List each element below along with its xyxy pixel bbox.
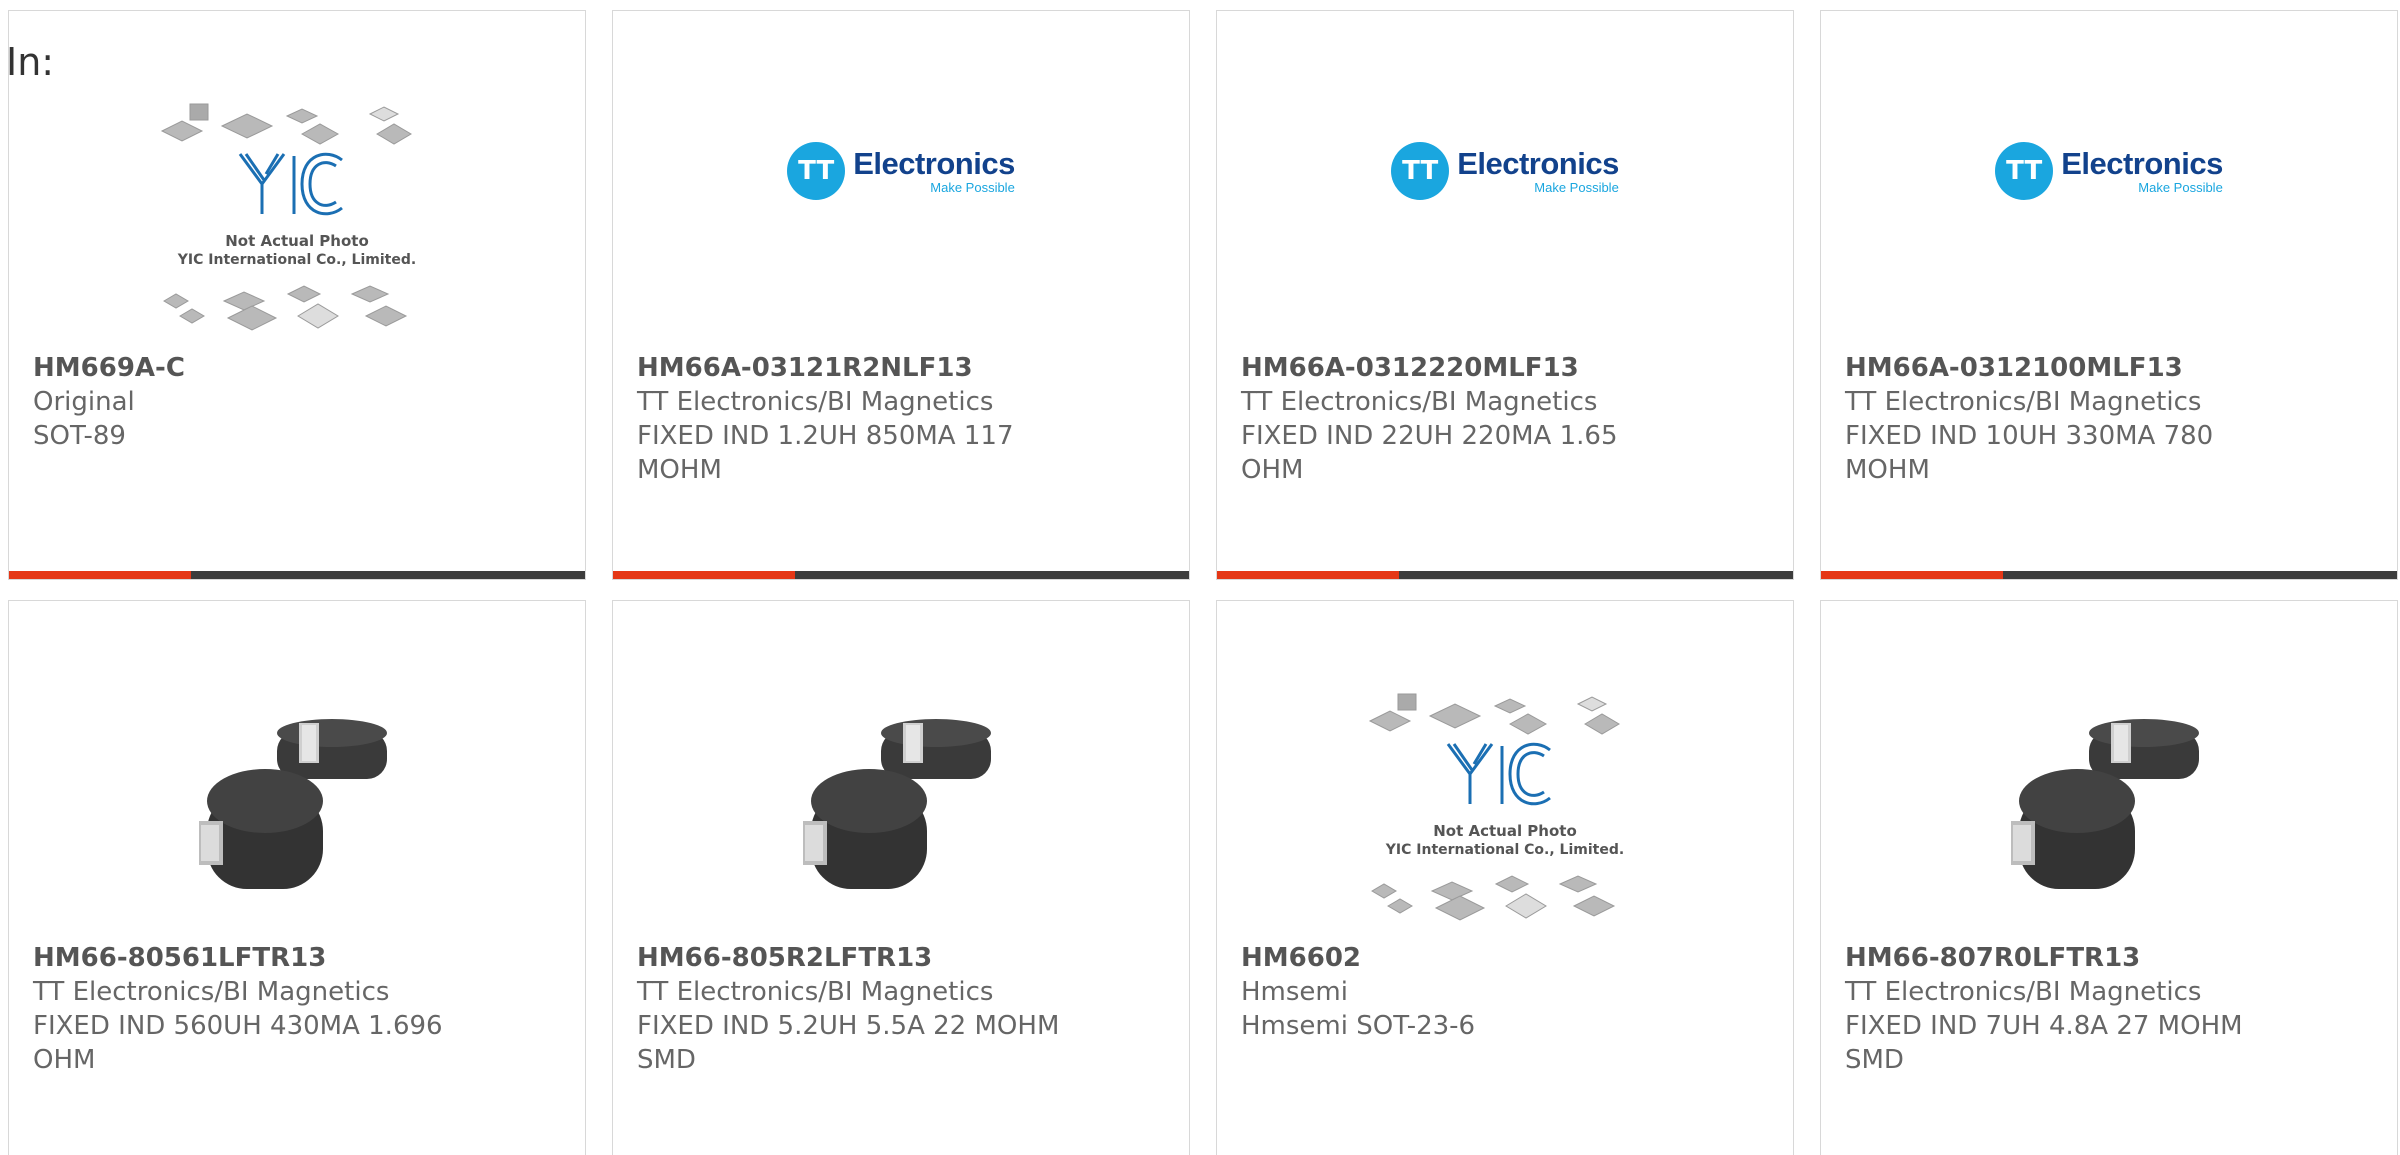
part-number-link[interactable]: HM66-80561LFTR13 xyxy=(33,941,463,975)
product-image[interactable]: TT Electronics Make Possible xyxy=(1821,86,2397,356)
part-number-link[interactable]: HM6602 xyxy=(1241,941,1671,975)
yic-placeholder-photo-icon: Not Actual Photo YIC International Co., … xyxy=(160,103,416,331)
card-accent-bar xyxy=(1217,571,1399,579)
inductor-photo-icon xyxy=(199,719,387,889)
product-grid: Not Actual Photo YIC International Co., … xyxy=(8,10,2400,1155)
tt-logo-mark-icon: TT xyxy=(1391,142,1450,200)
product-image[interactable]: Not Actual Photo YIC International Co., … xyxy=(1217,676,1793,946)
filter-label: In: xyxy=(6,40,55,84)
tt-logo-mark-icon: TT xyxy=(787,142,846,200)
logo-tagline: Make Possible xyxy=(1534,180,1619,195)
tt-electronics-logo: TT Electronics Make Possible xyxy=(1995,142,2223,200)
product-card[interactable]: TT Electronics Make Possible HM66A-03121… xyxy=(612,10,1190,580)
logo-text: Electronics xyxy=(1457,146,1619,181)
description: Hmsemi SOT-23-6 xyxy=(1241,1011,1476,1041)
product-grid-page: In: Not Actual Photo YIC International C… xyxy=(0,0,2400,1155)
description: FIXED IND 10UH 330MA 780 MOHM xyxy=(1845,421,2214,485)
part-number-link[interactable]: HM66A-0312100MLF13 xyxy=(1845,351,2275,385)
tt-electronics-logo: TT Electronics Make Possible xyxy=(787,142,1015,200)
part-number-link[interactable]: HM669A-C xyxy=(33,351,463,385)
card-bottom-bar xyxy=(613,571,1189,579)
description: FIXED IND 1.2UH 850MA 117 MOHM xyxy=(637,421,1014,485)
product-info: HM66-807R0LFTR13 TT Electronics/BI Magne… xyxy=(1845,941,2275,1077)
manufacturer: TT Electronics/BI Magnetics xyxy=(637,387,994,417)
card-bottom-bar xyxy=(9,571,585,579)
card-accent-bar xyxy=(1821,571,2003,579)
manufacturer: TT Electronics/BI Magnetics xyxy=(33,977,390,1007)
card-accent-bar xyxy=(9,571,191,579)
product-card[interactable]: Not Actual Photo YIC International Co., … xyxy=(8,10,586,580)
yic-placeholder-photo-icon: Not Actual Photo YIC International Co., … xyxy=(1368,693,1624,921)
product-image[interactable] xyxy=(1821,676,2397,946)
part-number-link[interactable]: HM66-805R2LFTR13 xyxy=(637,941,1067,975)
photo-caption-2: YIC International Co., Limited. xyxy=(177,252,416,268)
manufacturer: TT Electronics/BI Magnetics xyxy=(1845,387,2202,417)
product-info: HM66A-0312100MLF13 TT Electronics/BI Mag… xyxy=(1845,351,2275,487)
card-bottom-bar xyxy=(1821,571,2397,579)
logo-text: Electronics xyxy=(2061,146,2223,181)
product-info: HM6602 Hmsemi Hmsemi SOT-23-6 xyxy=(1241,941,1671,1043)
photo-caption-1: Not Actual Photo xyxy=(1433,822,1577,840)
description: FIXED IND 560UH 430MA 1.696 OHM xyxy=(33,1011,443,1075)
product-info: HM669A-C Original SOT-89 xyxy=(33,351,463,453)
product-image[interactable]: TT Electronics Make Possible xyxy=(613,86,1189,356)
manufacturer: TT Electronics/BI Magnetics xyxy=(637,977,994,1007)
product-info: HM66A-03121R2NLF13 TT Electronics/BI Mag… xyxy=(637,351,1067,487)
product-card[interactable]: TT Electronics Make Possible HM66A-03121… xyxy=(1820,10,2398,580)
inductor-photo-icon xyxy=(803,719,991,889)
manufacturer: Hmsemi xyxy=(1241,977,1348,1007)
product-card[interactable]: TT Electronics Make Possible HM66A-03122… xyxy=(1216,10,1794,580)
part-number-link[interactable]: HM66-807R0LFTR13 xyxy=(1845,941,2275,975)
tt-logo-mark-icon: TT xyxy=(1995,142,2054,200)
description: FIXED IND 7UH 4.8A 27 MOHM SMD xyxy=(1845,1011,2243,1075)
manufacturer: TT Electronics/BI Magnetics xyxy=(1241,387,1598,417)
product-info: HM66-80561LFTR13 TT Electronics/BI Magne… xyxy=(33,941,463,1077)
product-image[interactable] xyxy=(9,676,585,946)
product-card[interactable]: Not Actual Photo YIC International Co., … xyxy=(1216,600,1794,1155)
product-image[interactable]: TT Electronics Make Possible xyxy=(1217,86,1793,356)
logo-text: Electronics xyxy=(853,146,1015,181)
product-image[interactable]: Not Actual Photo YIC International Co., … xyxy=(9,86,585,356)
tt-electronics-logo: TT Electronics Make Possible xyxy=(1391,142,1619,200)
card-accent-bar xyxy=(613,571,795,579)
description: SOT-89 xyxy=(33,421,126,451)
product-card[interactable]: HM66-805R2LFTR13 TT Electronics/BI Magne… xyxy=(612,600,1190,1155)
photo-caption-2: YIC International Co., Limited. xyxy=(1385,842,1624,858)
product-card[interactable]: HM66-80561LFTR13 TT Electronics/BI Magne… xyxy=(8,600,586,1155)
product-card[interactable]: HM66-807R0LFTR13 TT Electronics/BI Magne… xyxy=(1820,600,2398,1155)
description: FIXED IND 22UH 220MA 1.65 OHM xyxy=(1241,421,1618,485)
part-number-link[interactable]: HM66A-0312220MLF13 xyxy=(1241,351,1671,385)
product-info: HM66A-0312220MLF13 TT Electronics/BI Mag… xyxy=(1241,351,1671,487)
photo-caption-1: Not Actual Photo xyxy=(225,232,369,250)
product-info: HM66-805R2LFTR13 TT Electronics/BI Magne… xyxy=(637,941,1067,1077)
card-bottom-bar xyxy=(1217,571,1793,579)
part-number-link[interactable]: HM66A-03121R2NLF13 xyxy=(637,351,1067,385)
logo-tagline: Make Possible xyxy=(930,180,1015,195)
description: FIXED IND 5.2UH 5.5A 22 MOHM SMD xyxy=(637,1011,1060,1075)
manufacturer: TT Electronics/BI Magnetics xyxy=(1845,977,2202,1007)
inductor-photo-icon xyxy=(2011,719,2199,889)
logo-tagline: Make Possible xyxy=(2138,180,2223,195)
product-image[interactable] xyxy=(613,676,1189,946)
manufacturer: Original xyxy=(33,387,135,417)
